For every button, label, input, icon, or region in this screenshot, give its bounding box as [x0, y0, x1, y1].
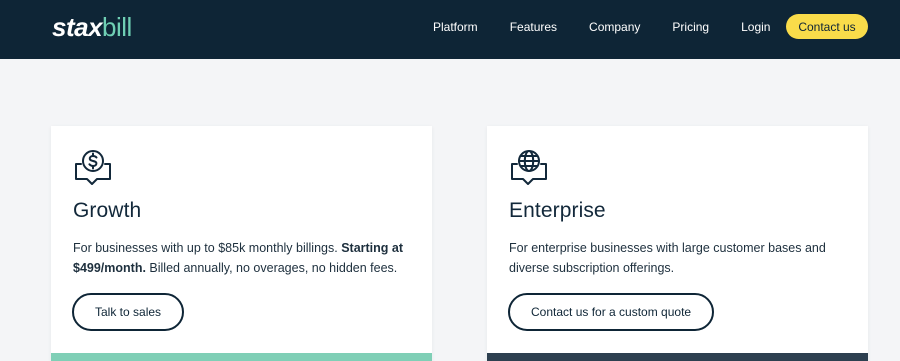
- growth-plan-description: For businesses with up to $85k monthly b…: [73, 238, 418, 278]
- custom-quote-button[interactable]: Contact us for a custom quote: [508, 293, 715, 331]
- globe-chat-icon: [511, 150, 547, 185]
- logo-text-stax: stax: [52, 12, 103, 42]
- enterprise-plan-title: Enterprise: [509, 199, 606, 222]
- growth-desc-start: For businesses with up to $85k monthly b…: [73, 241, 342, 255]
- talk-to-sales-button[interactable]: Talk to sales: [72, 293, 185, 331]
- contact-us-button[interactable]: Contact us: [786, 14, 868, 39]
- growth-plan-card: Growth For businesses with up to $85k mo…: [51, 126, 432, 361]
- nav-link-platform[interactable]: Platform: [433, 20, 478, 34]
- dollar-chat-icon: [75, 150, 111, 185]
- nav-link-features[interactable]: Features: [510, 20, 557, 34]
- top-navbar: staxbill Platform Features Company Prici…: [0, 0, 900, 59]
- enterprise-plan-description: For enterprise businesses with large cus…: [509, 241, 826, 275]
- enterprise-card-accent-strip: [487, 353, 868, 361]
- enterprise-plan-card: Enterprise For enterprise businesses wit…: [487, 126, 868, 361]
- nav-link-login[interactable]: Login: [741, 20, 770, 34]
- nav-link-pricing[interactable]: Pricing: [672, 20, 709, 34]
- staxbill-logo[interactable]: staxbill: [52, 12, 132, 42]
- growth-plan-title: Growth: [73, 199, 142, 222]
- nav-link-company[interactable]: Company: [589, 20, 640, 34]
- growth-card-accent-strip: [51, 353, 432, 361]
- logo-text-bill: bill: [102, 12, 132, 42]
- growth-desc-end: Billed annually, no overages, no hidden …: [145, 261, 398, 275]
- main-nav: Platform Features Company Pricing Login: [433, 0, 770, 53]
